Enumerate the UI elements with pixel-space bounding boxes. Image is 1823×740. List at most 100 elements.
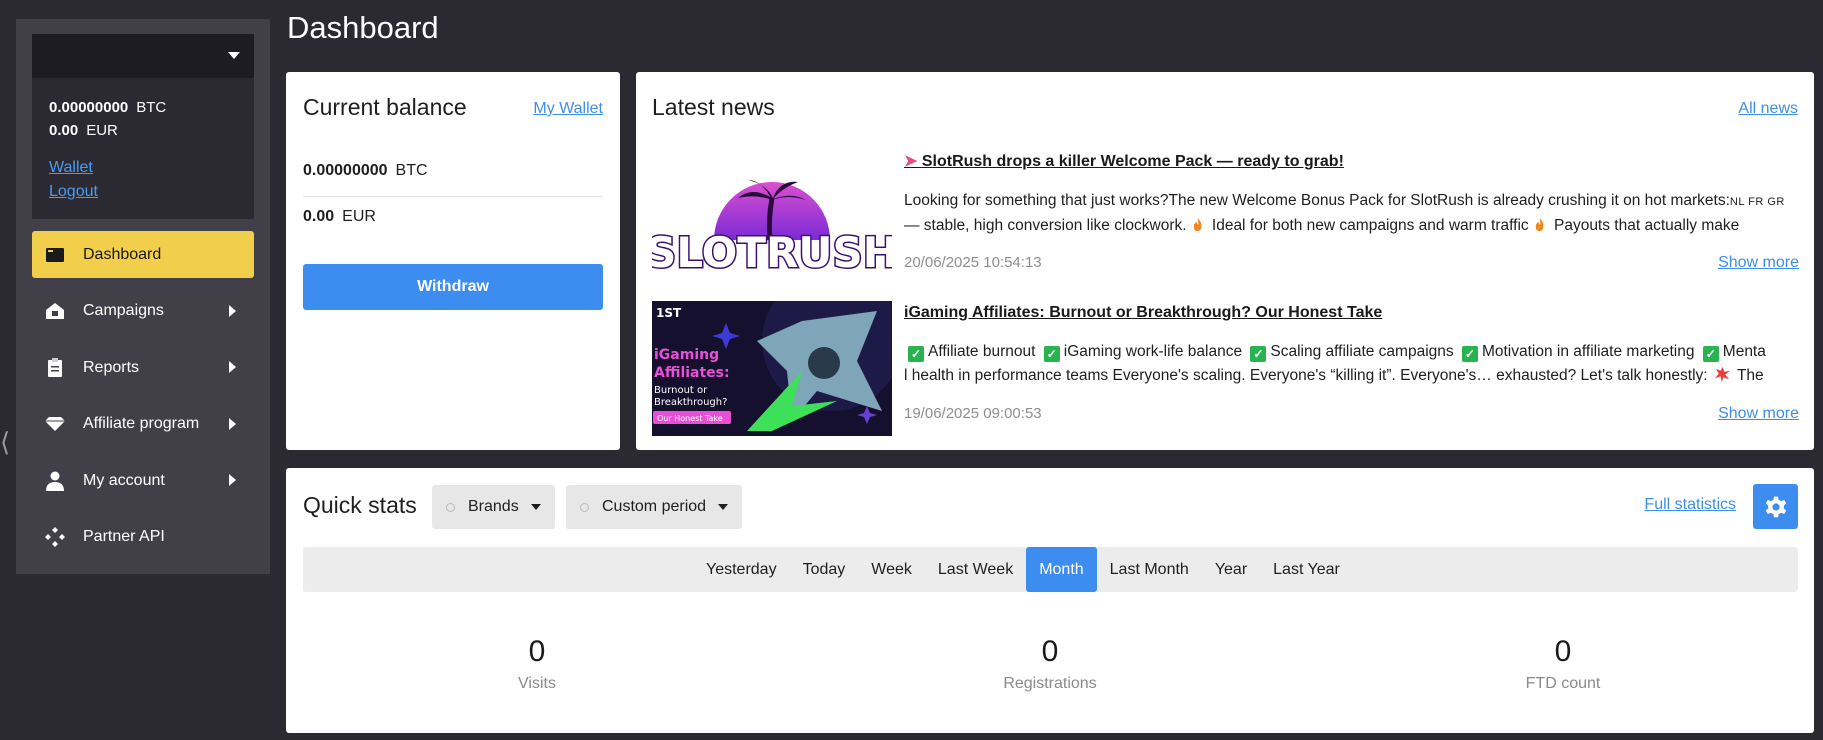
period-tabs: Yesterday Today Week Last Week Month Last Mon… — [693, 547, 1353, 592]
news-card: Latest news All news SLOTRUSH ➤ SlotRush… — [636, 72, 1814, 450]
settings-button[interactable] — [1753, 484, 1798, 529]
stat-label: Visits — [518, 675, 556, 692]
burst-icon — [1714, 367, 1730, 382]
page-title: Dashboard — [287, 10, 439, 45]
chevron-down-icon — [718, 504, 729, 510]
balance-btc-value: 0.00000000 — [303, 162, 388, 179]
account-panel: 0.00000000 BTC 0.00 EUR Wallet Logout — [32, 34, 254, 219]
stat-label: FTD count — [1525, 675, 1601, 692]
tab-last-year[interactable]: Last Year — [1260, 547, 1353, 592]
chevron-right-icon — [229, 361, 236, 373]
period-dropdown-label: Custom period — [602, 498, 707, 515]
show-more-link[interactable]: Show more — [1718, 254, 1799, 272]
news-excerpt-part: Motivation in affiliate marketing — [1481, 343, 1695, 360]
tab-last-week[interactable]: Last Week — [925, 547, 1026, 592]
brands-dropdown[interactable]: Brands — [432, 485, 555, 529]
rocket-icon: ➤ — [904, 153, 918, 170]
stat-registrations: 0 Registrations — [950, 633, 1150, 693]
news-item: SLOTRUSH ➤ SlotRush drops a killer Welco… — [652, 150, 1799, 288]
stat-visits: 0 Visits — [437, 633, 637, 693]
quick-stats-title: Quick stats — [303, 492, 417, 518]
tab-month[interactable]: Month — [1026, 547, 1097, 592]
chevron-right-icon — [229, 474, 236, 486]
chevron-down-icon — [530, 504, 541, 510]
sidebar-item-my-account[interactable]: My account — [32, 457, 254, 504]
logout-link[interactable]: Logout — [49, 180, 237, 204]
news-excerpt: Looking for something that just works?Th… — [904, 189, 1799, 237]
sidebar: 0.00000000 BTC 0.00 EUR Wallet Logout Dash… — [16, 19, 270, 574]
my-wallet-link[interactable]: My Wallet — [533, 100, 603, 118]
checkmark-icon: ✓ — [1043, 346, 1060, 362]
balance-eur-row: 0.00 EUR — [303, 208, 376, 226]
wallet-link[interactable]: Wallet — [49, 156, 237, 180]
news-thumb-tag: Our Honest Take — [657, 414, 723, 423]
chevron-right-icon — [229, 417, 236, 430]
checkmark-icon: ✓ — [908, 346, 924, 362]
balance-eur-unit: EUR — [342, 208, 376, 225]
news-excerpt-part: iGaming work-life balance — [1063, 343, 1243, 360]
quick-stats-card: Quick stats Brands Custom period Full st… — [286, 468, 1814, 733]
sidebar-item-label: Dashboard — [83, 245, 162, 263]
checkmark-icon: ✓ — [1461, 346, 1478, 362]
tab-yesterday[interactable]: Yesterday — [693, 547, 790, 592]
sidebar-nav: Dashboard Campaigns Reports Affiliate pr… — [32, 231, 254, 570]
checkmark-icon: ✓ — [1250, 346, 1267, 362]
show-more-link[interactable]: Show more — [1718, 405, 1799, 423]
news-headline-text: SlotRush drops a killer Welcome Pack — r… — [921, 153, 1344, 170]
tab-today[interactable]: Today — [790, 547, 859, 592]
tab-year[interactable]: Year — [1202, 547, 1260, 592]
sidebar-item-dashboard[interactable]: Dashboard — [32, 231, 254, 278]
sidebar-item-reports[interactable]: Reports — [32, 344, 254, 391]
full-statistics-link[interactable]: Full statistics — [1644, 496, 1736, 514]
account-select[interactable] — [32, 34, 254, 78]
account-eur-unit: EUR — [86, 122, 118, 139]
chevron-down-icon — [228, 52, 240, 59]
stat-ftd-count: 0 FTD count — [1463, 633, 1663, 693]
period-dropdown[interactable]: Custom period — [566, 485, 743, 529]
sidebar-item-label: Partner API — [83, 528, 165, 545]
news-excerpt-part: Scaling affiliate campaigns — [1270, 343, 1454, 360]
news-thumb-brand: 1ST — [656, 306, 682, 320]
stat-label: Registrations — [1003, 675, 1097, 692]
news-thumbnail[interactable]: 1ST iGaming Affiliates: Burnout or Break… — [652, 301, 892, 436]
balance-btc-unit: BTC — [395, 162, 428, 179]
news-thumbnail[interactable]: SLOTRUSH — [652, 150, 892, 285]
news-thumb-line: iGaming — [654, 347, 719, 363]
sidebar-item-partner-api[interactable]: Partner API — [32, 514, 254, 561]
withdraw-button[interactable]: Withdraw — [303, 264, 603, 310]
news-date: 19/06/2025 09:00:53 — [904, 405, 1042, 422]
tab-week[interactable]: Week — [858, 547, 925, 592]
news-headline[interactable]: iGaming Affiliates: Burnout or Breakthro… — [904, 301, 1799, 325]
all-news-link[interactable]: All news — [1738, 100, 1798, 118]
reports-icon — [43, 356, 67, 380]
stat-value: 0 — [528, 635, 546, 668]
balance-eur-value: 0.00 — [303, 208, 335, 225]
account-eur-value: 0.00 — [49, 122, 79, 139]
news-headline[interactable]: ➤ SlotRush drops a killer Welcome Pack —… — [904, 150, 1799, 174]
stat-value: 0 — [1554, 635, 1572, 668]
dashboard-icon — [43, 243, 67, 267]
sidebar-item-affiliate-program[interactable]: Affiliate program — [32, 401, 254, 448]
collapse-sidebar-icon[interactable]: ⟨ — [0, 425, 12, 459]
checkmark-icon: ✓ — [1702, 346, 1719, 362]
radio-icon — [446, 502, 455, 512]
sidebar-item-campaigns[interactable]: Campaigns — [32, 288, 254, 335]
news-thumb-line: Breakthrough? — [654, 397, 727, 408]
sidebar-item-label: My account — [83, 471, 165, 489]
period-tabs-bar: Yesterday Today Week Last Week Month Last Mon… — [303, 547, 1798, 592]
news-excerpt-part: — stable, high conversion like clockwork… — [904, 217, 1187, 234]
news-excerpt-part: Looking for something that just works?Th… — [904, 192, 1730, 209]
account-balance: 0.00000000 BTC 0.00 EUR — [32, 78, 254, 142]
news-excerpt-part: Ideal for both new campaigns and warm tr… — [1211, 217, 1529, 234]
sidebar-item-label: Campaigns — [83, 302, 164, 319]
news-excerpt: ✓ Affiliate burnout ✓ iGaming work-life ba… — [904, 340, 1799, 388]
tab-last-month[interactable]: Last Month — [1097, 547, 1202, 592]
user-icon — [43, 469, 67, 493]
news-thumb-line: Burnout or — [654, 385, 708, 396]
fire-icon — [1193, 217, 1201, 232]
gear-icon — [1765, 496, 1786, 517]
sidebar-item-label: Reports — [83, 358, 140, 376]
balance-card-title: Current balance — [303, 94, 467, 120]
news-markets: NL FR GR — [1729, 196, 1785, 208]
news-excerpt-part: l health in performance teams Everyone's… — [904, 367, 1708, 384]
